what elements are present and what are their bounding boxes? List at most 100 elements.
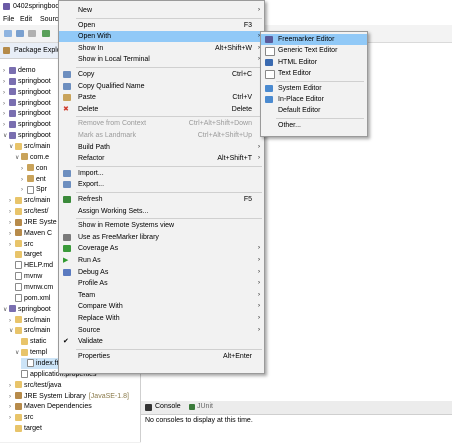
tree-item-label: src xyxy=(24,414,34,422)
tab-junit[interactable]: JUnit xyxy=(197,403,213,410)
tree-item-label: src/main xyxy=(24,316,51,324)
tree-item-springboot[interactable]: › springboot xyxy=(3,98,51,109)
menu-item-copy[interactable]: Copy Ctrl+C xyxy=(59,69,264,80)
import-icon xyxy=(63,169,71,177)
menu-file[interactable]: File xyxy=(3,16,14,23)
submenu-item-generic-text-editor[interactable]: Generic Text Editor xyxy=(261,45,367,57)
delete-icon: ✖ xyxy=(63,105,69,113)
new-icon[interactable] xyxy=(4,30,12,37)
folder-icon xyxy=(15,196,22,204)
run-toolbar-icon[interactable] xyxy=(42,30,50,37)
menu-item-import[interactable]: Import... xyxy=(59,168,264,179)
menu-item-refresh[interactable]: Refresh F5 xyxy=(59,194,264,205)
tree-item-src-test[interactable]: › src/test/ xyxy=(9,206,49,217)
tree-item-springboot[interactable]: › springboot xyxy=(3,108,51,119)
menu-item-new[interactable]: New › xyxy=(59,5,264,16)
menu-item-shortcut: Ctrl+Alt+Shift+Down xyxy=(188,120,252,128)
project-icon xyxy=(9,305,16,313)
menu-item-label: Show in Remote Systems view xyxy=(78,222,175,230)
tree-item-index-ft[interactable]: index.ft xyxy=(21,357,59,369)
menu-item-export[interactable]: Export... xyxy=(59,179,264,190)
tab-console[interactable]: Console xyxy=(155,403,181,410)
menu-item-coverage-as[interactable]: Coverage As › xyxy=(59,243,264,254)
menu-item-label: New xyxy=(78,7,93,14)
tree-item-src-main[interactable]: › src/main xyxy=(9,315,50,326)
tree-item-src[interactable]: › src xyxy=(9,412,33,423)
menu-separator xyxy=(76,67,262,68)
menu-item-shortcut: F3 xyxy=(243,21,252,29)
menu-item-label: Open xyxy=(78,21,96,29)
file-icon xyxy=(27,185,34,194)
tree-item-spr[interactable]: › Spr xyxy=(21,184,47,195)
tree-item-con[interactable]: › con xyxy=(21,163,47,174)
menu-item-validate[interactable]: ✔ Validate xyxy=(59,336,264,347)
tree-item-springboot[interactable]: › springboot xyxy=(3,76,51,87)
tree-item-src-test-java[interactable]: › src/test/java xyxy=(9,380,61,391)
menu-item-profile-as[interactable]: Profile As › xyxy=(59,278,264,289)
tree-item-target[interactable]: target xyxy=(9,423,42,434)
menu-item-build-path[interactable]: Build Path › xyxy=(59,142,264,153)
tree-item-springboot[interactable]: ∨ springboot xyxy=(3,304,51,315)
submenu-item-html-editor[interactable]: HTML Editor xyxy=(261,57,367,68)
submenu-item-other[interactable]: Other... xyxy=(261,120,367,131)
tree-item-mvnw-cm[interactable]: mvnw.cm xyxy=(9,282,53,293)
project-icon xyxy=(9,110,16,118)
menu-item-show-in[interactable]: Show In Alt+Shift+W › xyxy=(59,43,264,54)
menu-item-shortcut: Ctrl+Alt+Shift+Up xyxy=(197,132,252,139)
tree-item-ent[interactable]: › ent xyxy=(21,174,46,185)
submenu-item-text-editor[interactable]: Text Editor xyxy=(261,68,367,80)
menu-item-debug-as[interactable]: Debug As › xyxy=(59,267,264,278)
tree-item-maven-c[interactable]: › Maven C xyxy=(9,228,52,239)
menu-item-open[interactable]: Open F3 xyxy=(59,20,264,31)
tree-item-src-main[interactable]: ∨ src/main xyxy=(9,141,50,152)
menu-item-run-as[interactable]: ▶ Run As › xyxy=(59,255,264,266)
menu-item-copy-qualified-name[interactable]: Copy Qualified Name xyxy=(59,81,264,92)
tree-item-jre-syste[interactable]: › JRE Syste xyxy=(9,217,57,228)
menu-item-paste[interactable]: Paste Ctrl+V xyxy=(59,92,264,103)
tree-item-springboot[interactable]: › springboot xyxy=(3,87,51,98)
menu-edit[interactable]: Edit xyxy=(20,16,32,23)
tree-item-src-main[interactable]: ∨ src/main xyxy=(9,325,50,336)
tree-item-springboot[interactable]: › springboot xyxy=(3,119,51,130)
project-icon xyxy=(9,120,16,128)
menu-item-show-in-remote-systems-view[interactable]: Show in Remote Systems view xyxy=(59,220,264,231)
submenu-item-in-place-editor[interactable]: In-Place Editor xyxy=(261,94,367,105)
menu-item-delete[interactable]: ✖ Delete Delete xyxy=(59,104,264,115)
tree-item-demo[interactable]: › demo xyxy=(3,65,36,76)
menu-item-source[interactable]: Source › xyxy=(59,325,264,336)
menu-item-label: Compare With xyxy=(78,303,123,311)
tree-item-mvnw[interactable]: mvnw xyxy=(9,271,42,282)
menu-item-label: Mark as Landmark xyxy=(78,132,136,139)
menu-item-refactor[interactable]: Refactor Alt+Shift+T › xyxy=(59,153,264,164)
tree-item-src-main[interactable]: › src/main xyxy=(9,195,50,206)
menu-item-team[interactable]: Team › xyxy=(59,290,264,301)
tree-item-label: templ xyxy=(30,349,48,357)
menu-item-shortcut: F5 xyxy=(243,196,252,203)
menu-item-shortcut: Delete xyxy=(231,105,252,113)
save-icon[interactable] xyxy=(16,30,24,37)
submenu-item-freemarker-editor[interactable]: Freemarker Editor xyxy=(261,34,367,45)
menu-item-open-with[interactable]: Open With › xyxy=(59,31,264,43)
tree-item-src[interactable]: › src xyxy=(9,239,33,250)
tree-item-target[interactable]: target xyxy=(9,249,42,260)
tree-item-maven-dependencies[interactable]: › Maven Dependencies xyxy=(9,401,92,412)
submenu-item-label: HTML Editor xyxy=(278,58,318,66)
submenu-item-default-editor[interactable]: Default Editor xyxy=(261,105,367,116)
print-icon[interactable] xyxy=(28,30,36,37)
tree-item-pom-xml[interactable]: pom.xml xyxy=(9,293,50,304)
menu-item-properties[interactable]: Properties Alt+Enter xyxy=(59,351,264,362)
submenu-item-system-editor[interactable]: System Editor xyxy=(261,83,367,94)
tree-item-springboot[interactable]: ∨ springboot xyxy=(3,130,51,141)
run-icon: ▶ xyxy=(63,257,69,264)
tree-item-com-e[interactable]: ∨ com.e xyxy=(15,152,49,163)
menu-item-assign-working-sets[interactable]: Assign Working Sets... xyxy=(59,206,264,217)
menu-item-replace-with[interactable]: Replace With › xyxy=(59,313,264,324)
menu-item-use-as-freemarker-library[interactable]: Use as FreeMarker library xyxy=(59,232,264,243)
tree-item-static[interactable]: static xyxy=(15,336,46,347)
menu-separator xyxy=(76,348,262,350)
tree-item-help-md[interactable]: HELP.md xyxy=(9,260,53,271)
tree-item-templ[interactable]: ∨ templ xyxy=(15,347,47,358)
tree-item-jre-system-library[interactable]: › JRE System Library [JavaSE-1.8] xyxy=(9,391,129,402)
menu-item-compare-with[interactable]: Compare With › xyxy=(59,301,264,312)
menu-item-show-in-local-terminal[interactable]: Show in Local Terminal › xyxy=(59,54,264,65)
